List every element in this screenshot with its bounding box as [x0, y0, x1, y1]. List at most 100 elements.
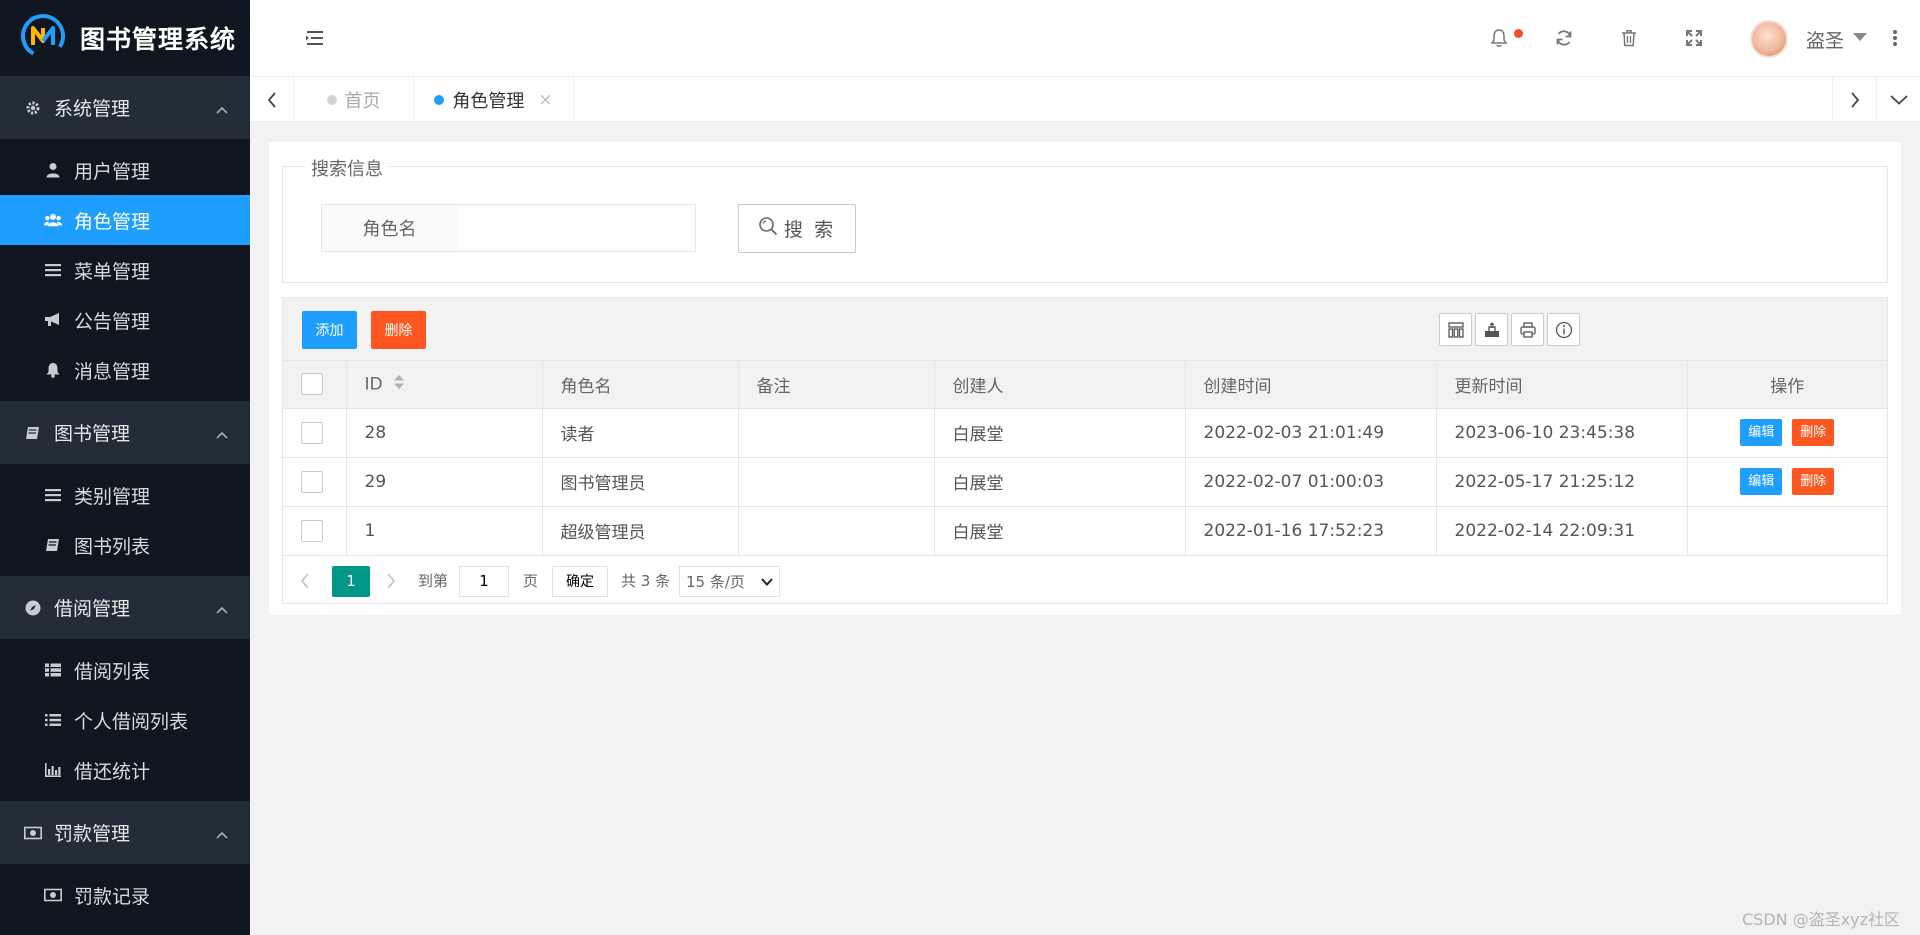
cell-id: 28: [346, 408, 543, 458]
chevron-up-icon: [216, 100, 228, 114]
sidebar-group-system[interactable]: 系统管理: [0, 76, 250, 139]
table-header-row: ID 角色名 备注 创建人 创建时间 更新时间 操作: [283, 361, 1887, 409]
search-icon: [758, 216, 784, 242]
fullscreen-icon[interactable]: [1682, 26, 1706, 50]
data-table: ID 角色名 备注 创建人 创建时间 更新时间 操作 28 读者 白展堂 202…: [283, 361, 1887, 556]
menu-toggle-icon[interactable]: [304, 28, 326, 48]
cell-actions: [1687, 506, 1887, 556]
row-checkbox[interactable]: [301, 519, 323, 542]
money-icon: [44, 886, 62, 904]
avatar[interactable]: [1750, 20, 1788, 58]
sidebar-item-messages[interactable]: 消息管理: [0, 345, 250, 395]
cell-remark: [738, 506, 935, 556]
row-checkbox[interactable]: [301, 421, 323, 444]
cell-actions: 编辑 删除: [1687, 457, 1887, 507]
tab-scroll-right-icon[interactable]: [1832, 77, 1876, 122]
column-header-updated: 更新时间: [1436, 361, 1688, 409]
sidebar-item-label: 借阅列表: [74, 660, 151, 683]
app-title: 图书管理系统: [80, 25, 237, 54]
cell-created: 2022-01-16 17:52:23: [1185, 506, 1437, 556]
sidebar-group-books[interactable]: 图书管理: [0, 401, 250, 464]
tab-scroll-left-icon[interactable]: [250, 77, 294, 122]
remove-button[interactable]: 删除: [1792, 419, 1835, 446]
cell-name: 图书管理员: [542, 457, 739, 507]
goto-page-input[interactable]: [459, 565, 509, 597]
tab-dot: [326, 94, 337, 105]
cell-id: 29: [346, 457, 543, 507]
username[interactable]: 盗圣: [1806, 26, 1844, 53]
remove-button[interactable]: 删除: [1792, 468, 1835, 495]
sort-icon[interactable]: [393, 374, 405, 395]
tab-dropdown-icon[interactable]: [1876, 77, 1920, 122]
column-header-id[interactable]: ID: [346, 361, 543, 409]
select-all-checkbox[interactable]: [301, 373, 323, 396]
total-count: 共 3 条: [621, 571, 671, 590]
tab-home[interactable]: 首页: [294, 77, 414, 122]
sidebar-group-fines[interactable]: 罚款管理: [0, 801, 250, 864]
chevron-up-icon: [216, 600, 228, 614]
cell-creator: 白展堂: [934, 457, 1186, 507]
page-current[interactable]: 1: [332, 565, 370, 597]
gear-icon: [24, 99, 42, 117]
sidebar-item-label: 图书列表: [74, 535, 151, 558]
sidebar-item-menus[interactable]: 菜单管理: [0, 245, 250, 295]
sidebar-item-users[interactable]: 用户管理: [0, 145, 250, 195]
search-button[interactable]: 搜 索: [738, 204, 856, 253]
book-icon: [24, 424, 42, 442]
book-icon: [44, 536, 62, 554]
add-button[interactable]: 添加: [302, 311, 357, 349]
cell-creator: 白展堂: [934, 408, 1186, 458]
caret-down-icon[interactable]: [1853, 33, 1867, 41]
delete-button[interactable]: 删除: [371, 311, 426, 349]
row-checkbox[interactable]: [301, 470, 323, 493]
bell-icon[interactable]: [1487, 26, 1511, 50]
edit-button[interactable]: 编辑: [1740, 419, 1783, 446]
column-header-created: 创建时间: [1185, 361, 1437, 409]
bar-chart-icon: [44, 761, 62, 779]
next-page-icon[interactable]: [382, 566, 400, 596]
users-icon: [44, 211, 62, 229]
cell-remark: [738, 457, 935, 507]
sidebar-item-roles[interactable]: 角色管理: [0, 195, 250, 245]
tab-role-management[interactable]: 角色管理 ×: [414, 77, 574, 122]
header-select-all[interactable]: [283, 361, 347, 409]
sidebar-item-label: 公告管理: [74, 310, 151, 333]
bullet-list-icon: [44, 711, 62, 729]
compass-icon: [24, 599, 42, 617]
page-size-select[interactable]: 15 条/页: [679, 565, 780, 597]
sidebar: 图书管理系统 系统管理 用户管理 角色管理 菜单管理 公告管理 消息管理 图书管…: [0, 0, 250, 935]
role-name-input[interactable]: [457, 204, 696, 252]
table-row: 1 超级管理员 白展堂 2022-01-16 17:52:23 2022-02-…: [283, 506, 1887, 556]
print-icon[interactable]: [1511, 313, 1544, 346]
sidebar-item-book-list[interactable]: 图书列表: [0, 520, 250, 570]
sidebar-item-borrow-list[interactable]: 借阅列表: [0, 645, 250, 695]
sidebar-item-notices[interactable]: 公告管理: [0, 295, 250, 345]
column-header-creator: 创建人: [934, 361, 1186, 409]
table-row: 28 读者 白展堂 2022-02-03 21:01:49 2023-06-10…: [283, 408, 1887, 458]
page-unit-label: 页: [523, 571, 539, 590]
sidebar-item-label: 类别管理: [74, 485, 151, 508]
watermark: CSDN @盗圣xyz社区: [1742, 910, 1901, 929]
sidebar-item-categories[interactable]: 类别管理: [0, 470, 250, 520]
goto-label: 到第: [418, 571, 449, 590]
export-icon[interactable]: [1475, 313, 1508, 346]
columns-filter-icon[interactable]: [1439, 313, 1472, 346]
close-icon[interactable]: ×: [538, 90, 552, 110]
pagination: 1 到第 页 确定 共 3 条 15 条/页: [283, 556, 1887, 605]
prev-page-icon[interactable]: [296, 566, 314, 596]
cell-updated: 2023-06-10 23:45:38: [1436, 408, 1688, 458]
tab-label: 角色管理: [452, 90, 525, 112]
sidebar-item-personal-borrow[interactable]: 个人借阅列表: [0, 695, 250, 745]
info-icon[interactable]: [1547, 313, 1580, 346]
refresh-icon[interactable]: [1552, 26, 1576, 50]
sidebar-group-label: 系统管理: [54, 98, 131, 120]
sidebar-group-borrow[interactable]: 借阅管理: [0, 576, 250, 639]
role-table: 添加 删除 ID 角色名 备注 创建人 创建时间 更新时间 操作 28 读者 白…: [282, 297, 1888, 604]
sidebar-item-fine-records[interactable]: 罚款记录: [0, 870, 250, 920]
more-icon[interactable]: [1892, 28, 1898, 48]
edit-button[interactable]: 编辑: [1740, 468, 1783, 495]
goto-confirm-button[interactable]: 确定: [552, 565, 608, 597]
trash-icon[interactable]: [1617, 26, 1641, 50]
sidebar-item-label: 消息管理: [74, 360, 151, 383]
sidebar-item-borrow-stats[interactable]: 借还统计: [0, 745, 250, 795]
